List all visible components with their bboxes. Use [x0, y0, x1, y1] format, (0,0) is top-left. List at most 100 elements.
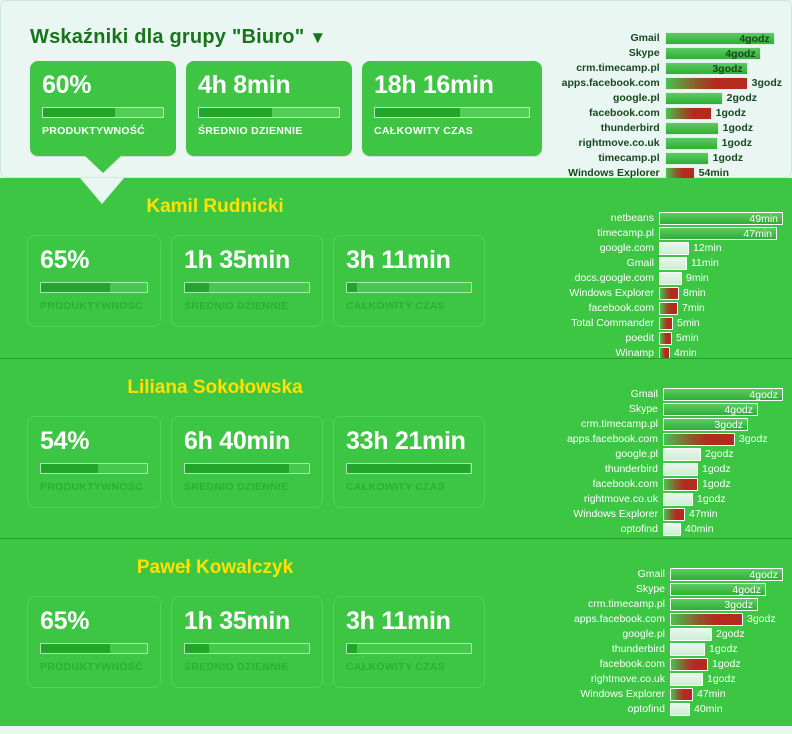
chart-row[interactable]: crm.timecamp.pl 3godz	[546, 417, 783, 431]
chart-row[interactable]: apps.facebook.com 3godz	[546, 432, 783, 446]
kpi-card[interactable]: 4h 8min ŚREDNIO DZIENNIE	[186, 61, 352, 156]
kpi-card[interactable]: 65% PRODUKTYWNOŚĆ	[27, 596, 161, 688]
chart-row[interactable]: google.pl 2godz	[553, 627, 783, 641]
chart-bar-fill	[660, 287, 678, 299]
chart-row[interactable]: rightmove.co.uk 1godz	[546, 492, 783, 506]
chart-row[interactable]: optofind 40min	[553, 702, 783, 716]
chart-bar-fill	[664, 478, 697, 490]
chart-row[interactable]: facebook.com 1godz	[553, 657, 783, 671]
chart-bar-wrap: 4godz	[664, 46, 761, 60]
chart-bar-fill	[671, 643, 704, 655]
chart-row[interactable]: thunderbird 1godz	[553, 642, 783, 656]
chart-category-label: timecamp.pl	[598, 152, 660, 164]
chart-row[interactable]: crm.timecamp.pl 3godz	[553, 597, 783, 611]
chart-row[interactable]: Windows Explorer 47min	[546, 507, 783, 521]
chart-bar-wrap: 4godz	[663, 402, 758, 416]
chart-row[interactable]: Skype 4godz	[548, 46, 782, 60]
person-name[interactable]: Liliana Sokołowska	[0, 377, 430, 399]
chart-row[interactable]: optofind 40min	[546, 522, 783, 536]
kpi-value: 60%	[42, 71, 92, 99]
chart-bar-fill	[660, 242, 688, 254]
chart-row[interactable]: timecamp.pl 1godz	[548, 151, 782, 165]
chart-value-label: 7min	[682, 302, 705, 314]
chart-row[interactable]: apps.facebook.com 3godz	[553, 612, 783, 626]
chart-category-label: Gmail	[630, 32, 660, 44]
chart-bar	[670, 627, 712, 641]
chart-bar: 3godz	[670, 597, 758, 611]
chart-row[interactable]: poedit 5min	[542, 331, 783, 345]
chart-row[interactable]: docs.google.com 9min	[542, 271, 783, 285]
chart-row[interactable]: google.pl 2godz	[548, 91, 782, 105]
kpi-card[interactable]: 1h 35min ŚREDNIO DZIENNIE	[171, 596, 323, 688]
chart-category-label: google.pl	[622, 628, 665, 640]
chart-row[interactable]: crm.timecamp.pl 3godz	[548, 61, 782, 75]
kpi-card[interactable]: 3h 11min CAŁKOWITY CZAS	[333, 596, 485, 688]
chart-row[interactable]: Gmail 4godz	[553, 567, 783, 581]
kpi-card[interactable]: 18h 16min CAŁKOWITY CZAS	[362, 61, 542, 156]
kpi-card[interactable]: 60% PRODUKTYWNOŚĆ	[30, 61, 176, 173]
person-name[interactable]: Paweł Kowalczyk	[0, 557, 430, 579]
chart-bar-wrap: 1godz	[670, 642, 738, 656]
chart-row[interactable]: Gmail 4godz	[548, 31, 782, 45]
chart-row[interactable]: netbeans 49min	[542, 211, 783, 225]
group-title[interactable]: Wskaźniki dla grupy "Biuro" ▼	[30, 26, 326, 49]
chart-row[interactable]: timecamp.pl 47min	[542, 226, 783, 240]
person-app-usage-chart: Gmail 4godz Skype 4godz crm.timecamp.pl 3godz…	[553, 567, 783, 717]
chart-category-label: Windows Explorer	[580, 688, 665, 700]
chart-row[interactable]: rightmove.co.uk 1godz	[553, 672, 783, 686]
chart-row[interactable]: facebook.com 1godz	[548, 106, 782, 120]
chart-bar-wrap: 1godz	[663, 492, 726, 506]
chart-row[interactable]: google.pl 2godz	[546, 447, 783, 461]
chart-bar-fill	[660, 302, 677, 314]
chart-bar	[663, 432, 735, 446]
chart-category-label: facebook.com	[592, 478, 658, 490]
chart-bar-wrap: 11min	[659, 256, 719, 270]
chart-row[interactable]: facebook.com 7min	[542, 301, 783, 315]
kpi-card[interactable]: 3h 11min CAŁKOWITY CZAS	[333, 235, 485, 327]
chart-category-label: Gmail	[626, 257, 654, 269]
chart-bar-wrap: 12min	[659, 241, 722, 255]
kpi-card[interactable]: 65% PRODUKTYWNOŚĆ	[27, 235, 161, 327]
chart-category-label: google.com	[599, 242, 654, 254]
chart-value-label: 3godz	[739, 433, 768, 445]
chart-row[interactable]: Windows Explorer 8min	[542, 286, 783, 300]
chart-row[interactable]: apps.facebook.com 3godz	[548, 76, 782, 90]
kpi-progress-fill	[185, 283, 209, 292]
chart-row[interactable]: Total Commander 5min	[542, 316, 783, 330]
chart-bar	[663, 507, 685, 521]
chart-row[interactable]: Winamp 4min	[542, 346, 783, 358]
kpi-value: 65%	[40, 246, 90, 274]
chart-bar: 4godz	[670, 567, 783, 581]
chart-row[interactable]: google.com 12min	[542, 241, 783, 255]
chart-row[interactable]: Gmail 11min	[542, 256, 783, 270]
chart-row[interactable]: Gmail 4godz	[546, 387, 783, 401]
chart-row[interactable]: Windows Explorer 47min	[553, 687, 783, 701]
kpi-card[interactable]: 54% PRODUKTYWNOŚĆ	[27, 416, 161, 508]
person-name[interactable]: Kamil Rudnicki	[0, 196, 430, 218]
kpi-card[interactable]: 1h 35min ŚREDNIO DZIENNIE	[171, 235, 323, 327]
chevron-down-icon[interactable]: ▼	[309, 28, 326, 47]
chart-row[interactable]: rightmove.co.uk 1godz	[548, 136, 782, 150]
chart-bar	[659, 331, 672, 345]
kpi-card[interactable]: 6h 40min ŚREDNIO DZIENNIE	[171, 416, 323, 508]
kpi-card[interactable]: 33h 21min CAŁKOWITY CZAS	[333, 416, 485, 508]
kpi-value: 54%	[40, 427, 90, 455]
kpi-progress-bar	[346, 463, 472, 474]
dashboard-root: Wskaźniki dla grupy "Biuro" ▼ 60% PRODUKTY…	[0, 0, 792, 734]
kpi-value: 4h 8min	[198, 71, 291, 99]
chart-bar	[663, 522, 681, 536]
chart-bar-wrap: 4min	[659, 346, 697, 358]
group-kpi-row: 60% PRODUKTYWNOŚĆ 4h 8min ŚREDNIO DZIENNIE 1…	[30, 61, 542, 173]
chart-row[interactable]: facebook.com 1godz	[546, 477, 783, 491]
person-kpi-row: 54% PRODUKTYWNOŚĆ 6h 40min ŚREDNIO DZIENNIE…	[27, 416, 485, 508]
chart-row[interactable]: thunderbird 1godz	[548, 121, 782, 135]
chart-category-label: google.pl	[612, 92, 660, 104]
chart-row[interactable]: Skype 4godz	[553, 582, 783, 596]
chart-bar	[664, 136, 718, 150]
kpi-progress-fill	[185, 464, 290, 473]
chart-row[interactable]: thunderbird 1godz	[546, 462, 783, 476]
kpi-progress-fill	[347, 464, 470, 473]
chart-bar-wrap: 5min	[659, 331, 699, 345]
chart-row[interactable]: Skype 4godz	[546, 402, 783, 416]
kpi-progress-bar	[374, 107, 530, 118]
